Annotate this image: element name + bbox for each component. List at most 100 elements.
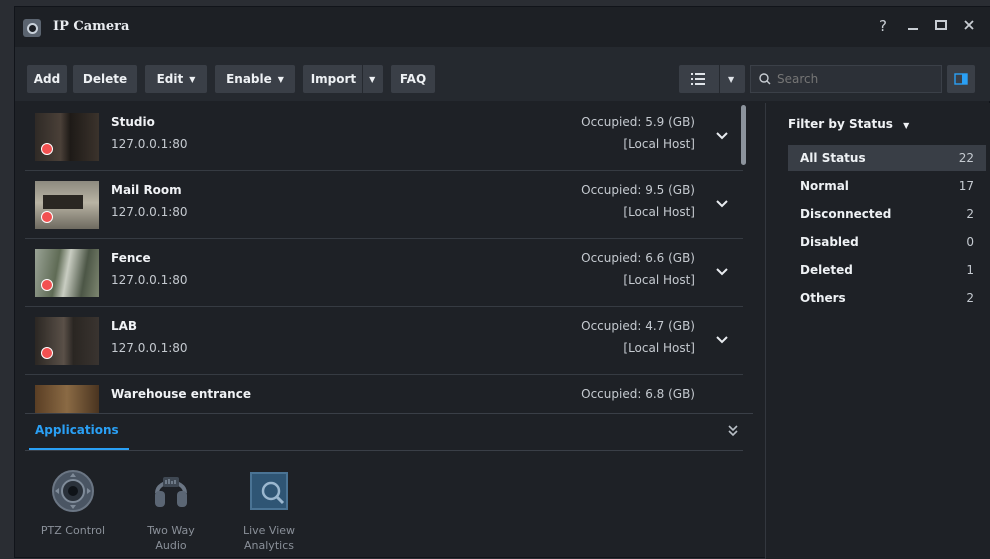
filter-label: Deleted (800, 263, 853, 277)
search-icon (759, 73, 771, 85)
camera-name: Fence (111, 251, 151, 265)
minimize-button[interactable] (903, 17, 923, 35)
chevron-down-icon: ▼ (277, 74, 284, 84)
camera-thumbnail (35, 249, 99, 297)
filter-item-deleted[interactable]: Deleted 1 (788, 257, 986, 283)
camera-name: LAB (111, 319, 138, 333)
filter-count: 0 (966, 235, 974, 249)
status-dot (41, 279, 53, 291)
filter-item-others[interactable]: Others 2 (788, 285, 986, 311)
view-mode-button[interactable]: ▼ (679, 65, 745, 93)
camera-row[interactable]: Mail Room 127.0.0.1:80 Occupied: 9.5 (GB… (25, 171, 743, 239)
camera-thumbnail (35, 181, 99, 229)
side-panel-icon (954, 73, 968, 85)
app-label: Audio (155, 539, 187, 552)
camera-name: Mail Room (111, 183, 182, 197)
filter-label: Disabled (800, 235, 859, 249)
faq-label: FAQ (399, 72, 427, 86)
filter-item-all-status[interactable]: All Status 22 (788, 145, 986, 171)
list-scrollbar[interactable] (741, 105, 746, 165)
camera-name: Studio (111, 115, 155, 129)
edit-dropdown-button[interactable]: Edit ▼ (145, 65, 207, 93)
applications-section: Applications (25, 413, 753, 451)
help-button[interactable]: ? (873, 17, 893, 35)
window-title: IP Camera (53, 19, 130, 34)
close-button[interactable] (959, 17, 979, 35)
minimize-icon (908, 28, 918, 30)
camera-occupied: Occupied: 9.5 (GB) (581, 183, 695, 197)
camera-host: [Local Host] (623, 137, 695, 151)
app-label: Live View (242, 524, 296, 537)
camera-host: [Local Host] (623, 273, 695, 287)
app-ptz-control[interactable]: PTZ Control (33, 469, 113, 538)
filter-label: Others (800, 291, 846, 305)
tab-applications[interactable]: Applications (35, 423, 119, 437)
camera-occupied: Occupied: 5.9 (GB) (581, 115, 695, 129)
camera-occupied: Occupied: 6.6 (GB) (581, 251, 695, 265)
filter-count: 2 (966, 291, 974, 305)
divider (25, 450, 743, 451)
search-box[interactable] (750, 65, 942, 93)
camera-row[interactable]: LAB 127.0.0.1:80 Occupied: 4.7 (GB) [Loc… (25, 307, 743, 375)
delete-label: Delete (82, 72, 128, 86)
filter-count: 1 (966, 263, 974, 277)
status-dot (41, 347, 53, 359)
camera-thumbnail (35, 385, 99, 413)
search-input[interactable] (777, 72, 937, 86)
filter-label: Disconnected (800, 207, 892, 221)
camera-name: Warehouse entrance (111, 387, 251, 401)
edit-label: Edit (156, 72, 184, 86)
camera-list: Studio 127.0.0.1:80 Occupied: 5.9 (GB) [… (25, 103, 753, 413)
import-split-button[interactable]: Import ▼ (303, 65, 383, 93)
filter-label: Normal (800, 179, 849, 193)
app-label: Two Way (147, 524, 195, 537)
camera-row[interactable]: Warehouse entrance Occupied: 6.8 (GB) (25, 375, 743, 413)
filter-item-disconnected[interactable]: Disconnected 2 (788, 201, 986, 227)
maximize-icon (935, 20, 947, 30)
add-label: Add (33, 72, 61, 86)
status-dot (41, 143, 53, 155)
camera-ip: 127.0.0.1:80 (111, 273, 188, 287)
filter-item-normal[interactable]: Normal 17 (788, 173, 986, 199)
camera-thumbnail (35, 317, 99, 365)
chevron-down-icon: ▼ (903, 121, 910, 130)
filter-item-disabled[interactable]: Disabled 0 (788, 229, 986, 255)
maximize-button[interactable] (931, 17, 951, 35)
toggle-panel-button[interactable] (947, 65, 975, 93)
delete-button[interactable]: Delete (73, 65, 137, 93)
camera-host: [Local Host] (623, 341, 695, 355)
two-way-audio-icon (155, 477, 187, 507)
camera-row[interactable]: Studio 127.0.0.1:80 Occupied: 5.9 (GB) [… (25, 103, 743, 171)
camera-thumbnail (35, 113, 99, 161)
camera-app-icon (23, 19, 41, 37)
status-dot (41, 211, 53, 223)
filter-label: All Status (800, 151, 866, 165)
camera-row[interactable]: Fence 127.0.0.1:80 Occupied: 6.6 (GB) [L… (25, 239, 743, 307)
filter-by-status-dropdown[interactable]: Filter by Status ▼ (788, 117, 909, 131)
collapse-icon[interactable] (727, 424, 739, 438)
add-button[interactable]: Add (27, 65, 67, 93)
camera-ip: 127.0.0.1:80 (111, 137, 188, 151)
chevron-down-icon[interactable]: ▼ (369, 75, 375, 84)
title-bar: IP Camera ? (15, 7, 990, 47)
list-view-icon (691, 73, 705, 85)
camera-host: [Local Host] (623, 205, 695, 219)
chevron-down-icon[interactable] (715, 333, 729, 347)
chevron-down-icon[interactable] (715, 265, 729, 279)
chevron-down-icon[interactable] (715, 129, 729, 143)
chevron-down-icon: ▼ (189, 74, 196, 84)
enable-label: Enable (226, 72, 272, 86)
ptz-control-icon (52, 470, 94, 512)
app-two-way-audio[interactable]: Two Way Audio (131, 469, 211, 553)
live-view-analytics-icon (250, 472, 288, 510)
faq-button[interactable]: FAQ (391, 65, 435, 93)
chevron-down-icon[interactable] (715, 197, 729, 211)
enable-dropdown-button[interactable]: Enable ▼ (215, 65, 295, 93)
filter-count: 2 (966, 207, 974, 221)
app-label: Analytics (244, 539, 294, 552)
filter-count: 22 (958, 151, 974, 165)
camera-ip: 127.0.0.1:80 (111, 205, 188, 219)
app-live-view-analytics[interactable]: Live View Analytics (229, 469, 309, 553)
import-label: Import (310, 72, 357, 86)
chevron-down-icon[interactable]: ▼ (728, 75, 734, 84)
